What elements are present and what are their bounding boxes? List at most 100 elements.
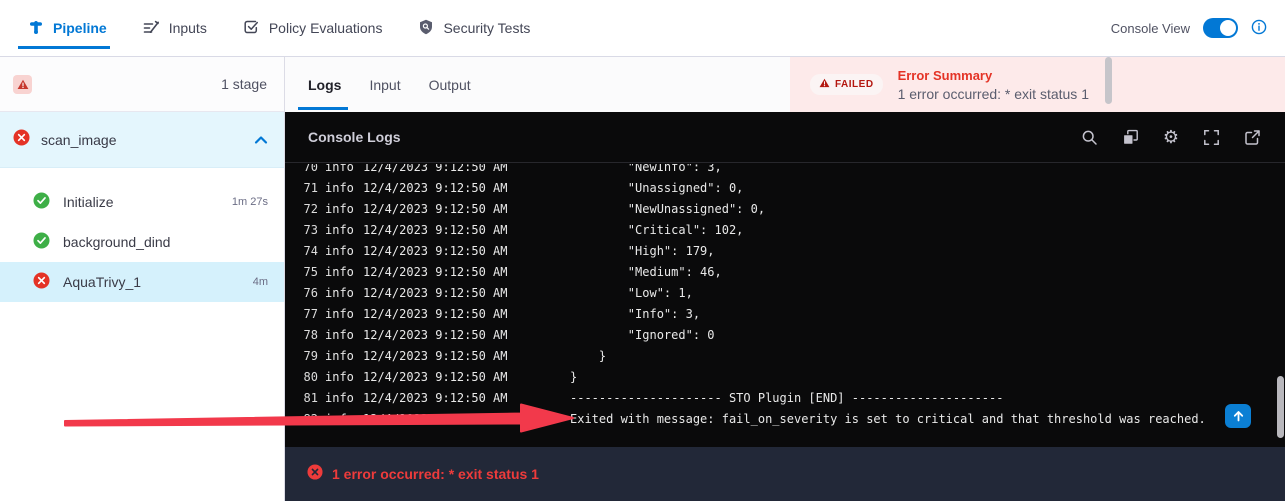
- tab-pipeline[interactable]: Pipeline: [28, 0, 107, 56]
- log-message: "Ignored": 0: [570, 325, 715, 346]
- log-tabs-row: Logs Input Output FAILED Error Summary 1…: [285, 57, 1285, 112]
- tab-pipeline-label: Pipeline: [53, 20, 107, 36]
- log-message: "Info": 3,: [570, 304, 700, 325]
- scroll-to-top-button[interactable]: [1225, 404, 1251, 428]
- tab-policy-evaluations[interactable]: Policy Evaluations: [243, 0, 383, 56]
- inputs-icon: [143, 19, 160, 38]
- log-line-number: 71: [300, 178, 318, 199]
- log-timestamp: 12/4/2023 9:12:50 AM: [363, 164, 508, 178]
- log-line-number: 77: [300, 304, 318, 325]
- log-message: --------------------- STO Plugin [END] -…: [570, 388, 1003, 409]
- stage-failed-icon: [13, 129, 30, 151]
- sidebar-step-Initialize[interactable]: Initialize 1m 27s: [0, 182, 284, 222]
- tab-policy-evaluations-label: Policy Evaluations: [269, 20, 383, 36]
- log-timestamp: 12/4/2023 9:12:50 AM: [363, 241, 508, 262]
- step-status-failed-icon: [33, 272, 50, 292]
- sidebar-step-background_dind[interactable]: background_dind: [0, 222, 284, 262]
- stage-name: scan_image: [41, 132, 117, 148]
- log-message: "Medium": 46,: [570, 262, 722, 283]
- console-scrollbar-thumb[interactable]: [1277, 376, 1284, 438]
- step-duration: 4m: [253, 276, 268, 288]
- copy-icon[interactable]: [1122, 129, 1139, 146]
- log-line: 77info12/4/2023 9:12:50 AM "Info": 3,: [285, 304, 1285, 325]
- log-message: }: [570, 346, 606, 367]
- log-line: 74info12/4/2023 9:12:50 AM "High": 179,: [285, 241, 1285, 262]
- log-timestamp: 12/4/2023 9:12:50 AM: [363, 346, 508, 367]
- pipeline-icon: [28, 19, 44, 38]
- chevron-up-icon[interactable]: [254, 135, 268, 145]
- error-summary-panel: FAILED Error Summary 1 error occurred: *…: [790, 57, 1285, 112]
- nav-right-controls: Console View: [1111, 18, 1285, 38]
- log-timestamp: 12/4/2023 9:12:50 AM: [363, 388, 508, 409]
- step-duration: 1m 27s: [232, 196, 268, 208]
- log-line: 71info12/4/2023 9:12:50 AM "Unassigned":…: [285, 178, 1285, 199]
- tab-input-label: Input: [369, 77, 400, 93]
- security-shield-icon: [418, 19, 434, 38]
- console-log-lines[interactable]: 70info12/4/2023 9:12:50 AM "NewInfo": 3,…: [285, 164, 1285, 447]
- log-level: info: [325, 262, 355, 283]
- tab-output-label: Output: [429, 77, 471, 93]
- log-message: Exited with message: fail_on_severity is…: [570, 409, 1206, 430]
- search-icon[interactable]: [1081, 129, 1098, 146]
- tab-input[interactable]: Input: [369, 57, 400, 112]
- tab-logs-label: Logs: [308, 77, 341, 93]
- log-message: "NewInfo": 3,: [570, 164, 722, 178]
- top-nav: Pipeline Inputs Policy Evaluations Secur…: [0, 0, 1285, 57]
- console-logs-panel: Console Logs ⚙ 70info12/4/2023 9:12:50 A…: [285, 112, 1285, 447]
- log-timestamp: 12/4/2023 9:12:50 AM: [363, 325, 508, 346]
- error-summary-message: 1 error occurred: * exit status 1: [898, 86, 1089, 102]
- log-message: "Critical": 102,: [570, 220, 743, 241]
- log-timestamp: 12/4/2023 9:12:50 AM: [363, 220, 508, 241]
- log-line: 82info12/4/2023 9:12:50 AMExited with me…: [285, 409, 1285, 430]
- tab-logs[interactable]: Logs: [308, 57, 341, 112]
- error-panel-scrollbar[interactable]: [1105, 57, 1112, 104]
- tab-inputs[interactable]: Inputs: [143, 0, 207, 56]
- log-line-number: 82: [300, 409, 318, 430]
- log-line: 79info12/4/2023 9:12:50 AM }: [285, 346, 1285, 367]
- log-level: info: [325, 325, 355, 346]
- step-status-success-icon: [33, 232, 50, 252]
- console-view-toggle[interactable]: [1203, 18, 1238, 38]
- settings-gear-icon[interactable]: ⚙: [1163, 129, 1179, 145]
- step-list: Initialize 1m 27s background_dindAquaTrivy…: [0, 168, 284, 302]
- log-level: info: [325, 367, 355, 388]
- log-line-number: 73: [300, 220, 318, 241]
- top-nav-tabs: Pipeline Inputs Policy Evaluations Secur…: [0, 0, 530, 56]
- failed-badge-label: FAILED: [835, 79, 874, 90]
- log-line: 70info12/4/2023 9:12:50 AM "NewInfo": 3,: [285, 164, 1285, 178]
- failed-warning-icon: [819, 78, 830, 91]
- policy-check-icon: [243, 19, 260, 38]
- log-line-number: 72: [300, 199, 318, 220]
- stage-count: 1 stage: [221, 76, 267, 92]
- log-message: "Low": 1,: [570, 283, 693, 304]
- log-level: info: [325, 164, 355, 178]
- log-message: "Unassigned": 0,: [570, 178, 743, 199]
- log-line: 73 info 12/4/2023 9:12:50 AM "Critical": 1…: [285, 220, 1285, 241]
- stage-row-scan-image[interactable]: scan_image: [0, 112, 284, 168]
- sidebar-step-AquaTrivy_1[interactable]: AquaTrivy_14m: [0, 262, 284, 302]
- console-toolbar: ⚙: [1081, 129, 1261, 146]
- log-timestamp: 12/4/2023 9:12:50 AM: [363, 283, 508, 304]
- console-view-label: Console View: [1111, 21, 1190, 36]
- footer-error-bar: 1 error occurred: * exit status 1: [285, 447, 1285, 501]
- log-line: 81info12/4/2023 9:12:50 AM--------------…: [285, 388, 1285, 409]
- open-in-new-icon[interactable]: [1244, 129, 1261, 146]
- log-timestamp: 12/4/2023 9:12:50 AM: [363, 304, 508, 325]
- log-line-number: 76: [300, 283, 318, 304]
- log-timestamp: 12/4/2023 9:12:50 AM: [363, 367, 508, 388]
- tab-security-tests[interactable]: Security Tests: [418, 0, 530, 56]
- pipeline-execution-page: Pipeline Inputs Policy Evaluations Secur…: [0, 0, 1285, 501]
- log-timestamp: 12/4/2023 9:12:50 AM: [363, 409, 508, 430]
- log-level: info: [325, 220, 355, 241]
- footer-error-icon: [307, 464, 323, 485]
- info-icon[interactable]: [1251, 19, 1267, 38]
- tab-output[interactable]: Output: [429, 57, 471, 112]
- log-line-number: 80: [300, 367, 318, 388]
- failed-status-badge: FAILED: [810, 74, 883, 95]
- log-line-number: 79: [300, 346, 318, 367]
- fullscreen-expand-icon[interactable]: [1203, 129, 1220, 146]
- log-message: }: [570, 367, 577, 388]
- step-name: Initialize: [63, 194, 114, 210]
- footer-error-text: 1 error occurred: * exit status 1: [332, 466, 539, 482]
- tab-security-tests-label: Security Tests: [443, 20, 530, 36]
